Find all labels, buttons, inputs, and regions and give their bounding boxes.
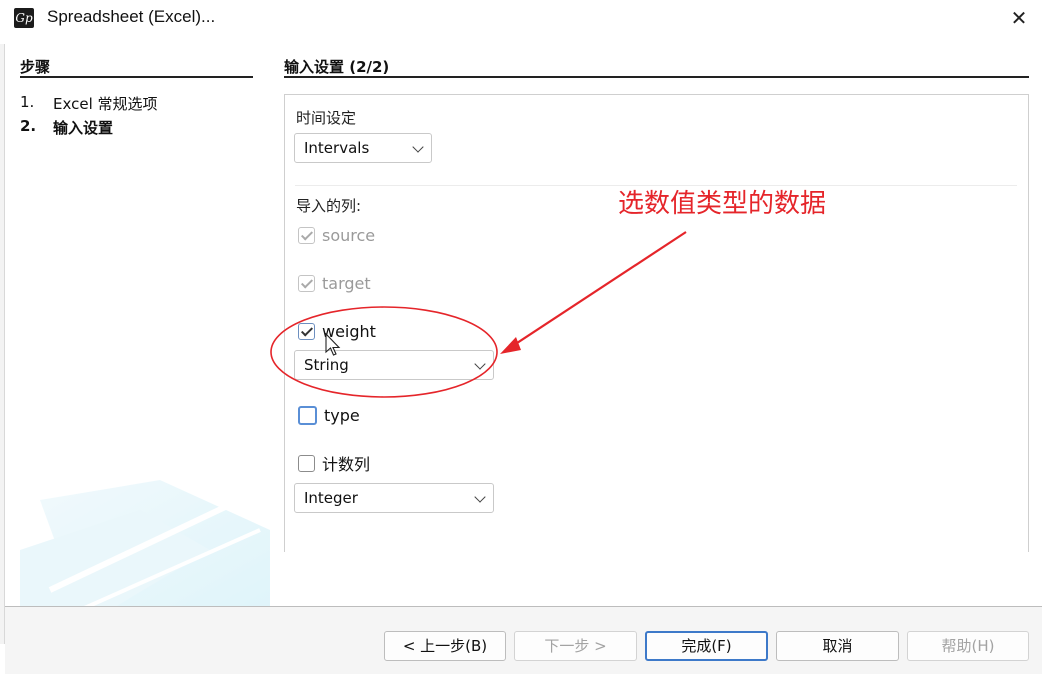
time-settings-label: 时间设定: [296, 109, 357, 127]
help-button[interactable]: 帮助(H): [907, 631, 1029, 661]
close-button[interactable]: ✕: [1004, 4, 1034, 32]
time-settings-dropdown[interactable]: Intervals: [294, 133, 432, 163]
step-item-2: 2. 输入设置: [20, 117, 158, 141]
column-row-source: source: [298, 224, 375, 246]
step-number: 1.: [20, 93, 35, 111]
import-columns-label: 导入的列:: [296, 197, 362, 215]
source-checkbox[interactable]: [298, 226, 315, 244]
count-type-value: Integer: [304, 489, 358, 507]
window-title: Spreadsheet (Excel)...: [47, 7, 216, 26]
content-header: 输入设置 (2/2): [284, 56, 1029, 78]
weight-type-dropdown[interactable]: String: [294, 350, 494, 380]
chevron-down-icon: [474, 491, 486, 503]
target-checkbox[interactable]: [298, 274, 315, 292]
title-bar: Gp Spreadsheet (Excel)... ✕: [0, 0, 1042, 40]
type-label: type: [324, 405, 360, 425]
steps-header: 步骤: [20, 56, 253, 78]
next-button[interactable]: 下一步 >: [514, 631, 637, 661]
time-settings-value: Intervals: [304, 139, 370, 157]
count-type-dropdown[interactable]: Integer: [294, 483, 494, 513]
step-label: 输入设置: [53, 119, 114, 137]
annotation-text: 选数值类型的数据: [618, 189, 827, 219]
app-logo-icon: Gp: [14, 8, 34, 28]
back-button[interactable]: < 上一步(B): [384, 631, 506, 661]
settings-panel: 时间设定 Intervals 导入的列: source target weigh…: [284, 94, 1029, 552]
mouse-cursor-icon: [325, 333, 341, 356]
decorative-watermark: [20, 480, 270, 610]
count-column-label: 计数列: [322, 455, 371, 474]
steps-list: 1. Excel 常规选项 2. 输入设置: [20, 93, 158, 141]
step-label: Excel 常规选项: [53, 95, 158, 113]
chevron-down-icon: [474, 358, 486, 370]
column-row-type: type: [298, 404, 360, 426]
chevron-down-icon: [412, 141, 424, 153]
cancel-button[interactable]: 取消: [776, 631, 899, 661]
source-label: source: [322, 225, 376, 245]
step-number: 2.: [20, 117, 37, 135]
column-row-count: 计数列: [298, 452, 370, 474]
column-row-target: target: [298, 272, 371, 294]
finish-button[interactable]: 完成(F): [645, 631, 768, 661]
target-label: target: [322, 273, 371, 293]
type-checkbox[interactable]: [298, 405, 317, 425]
count-column-checkbox[interactable]: [298, 454, 315, 472]
background-window-strip: [0, 44, 5, 644]
step-item-1: 1. Excel 常规选项: [20, 93, 158, 117]
weight-checkbox[interactable]: [298, 322, 315, 340]
